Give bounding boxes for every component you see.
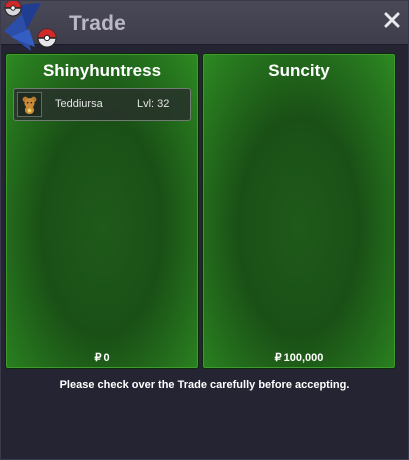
pokemon-slot-teddiursa[interactable]: Teddiursa Lvl: 32	[13, 88, 191, 121]
right-currency-symbol: ₽	[274, 352, 282, 364]
left-money-value: 0	[103, 352, 110, 364]
teddiursa-icon	[17, 92, 42, 117]
window-title: Trade	[69, 12, 127, 35]
right-trade-panel: Suncity ₽100,000	[202, 53, 396, 369]
left-trainer-name: Shinyhuntress	[42, 61, 162, 80]
left-money: ₽0	[6, 351, 198, 364]
game-logo-icon	[4, 1, 57, 51]
left-currency-symbol: ₽	[94, 352, 102, 364]
close-icon[interactable]	[384, 12, 400, 28]
right-money-value: 100,000	[283, 352, 324, 364]
left-trade-panel: Shinyhuntress Teddiursa Lvl: 32 ₽0	[5, 53, 199, 369]
pokemon-name: Teddiursa	[55, 98, 103, 110]
trade-window: Trade Shinyhuntress Teddiursa Lvl: 32 ₽ …	[0, 0, 409, 460]
right-money: ₽100,000	[203, 351, 395, 364]
right-trainer-name: Suncity	[268, 61, 330, 80]
pokemon-level: Lvl: 32	[137, 98, 170, 110]
trade-notice: Please check over the Trade carefully be…	[59, 379, 350, 391]
